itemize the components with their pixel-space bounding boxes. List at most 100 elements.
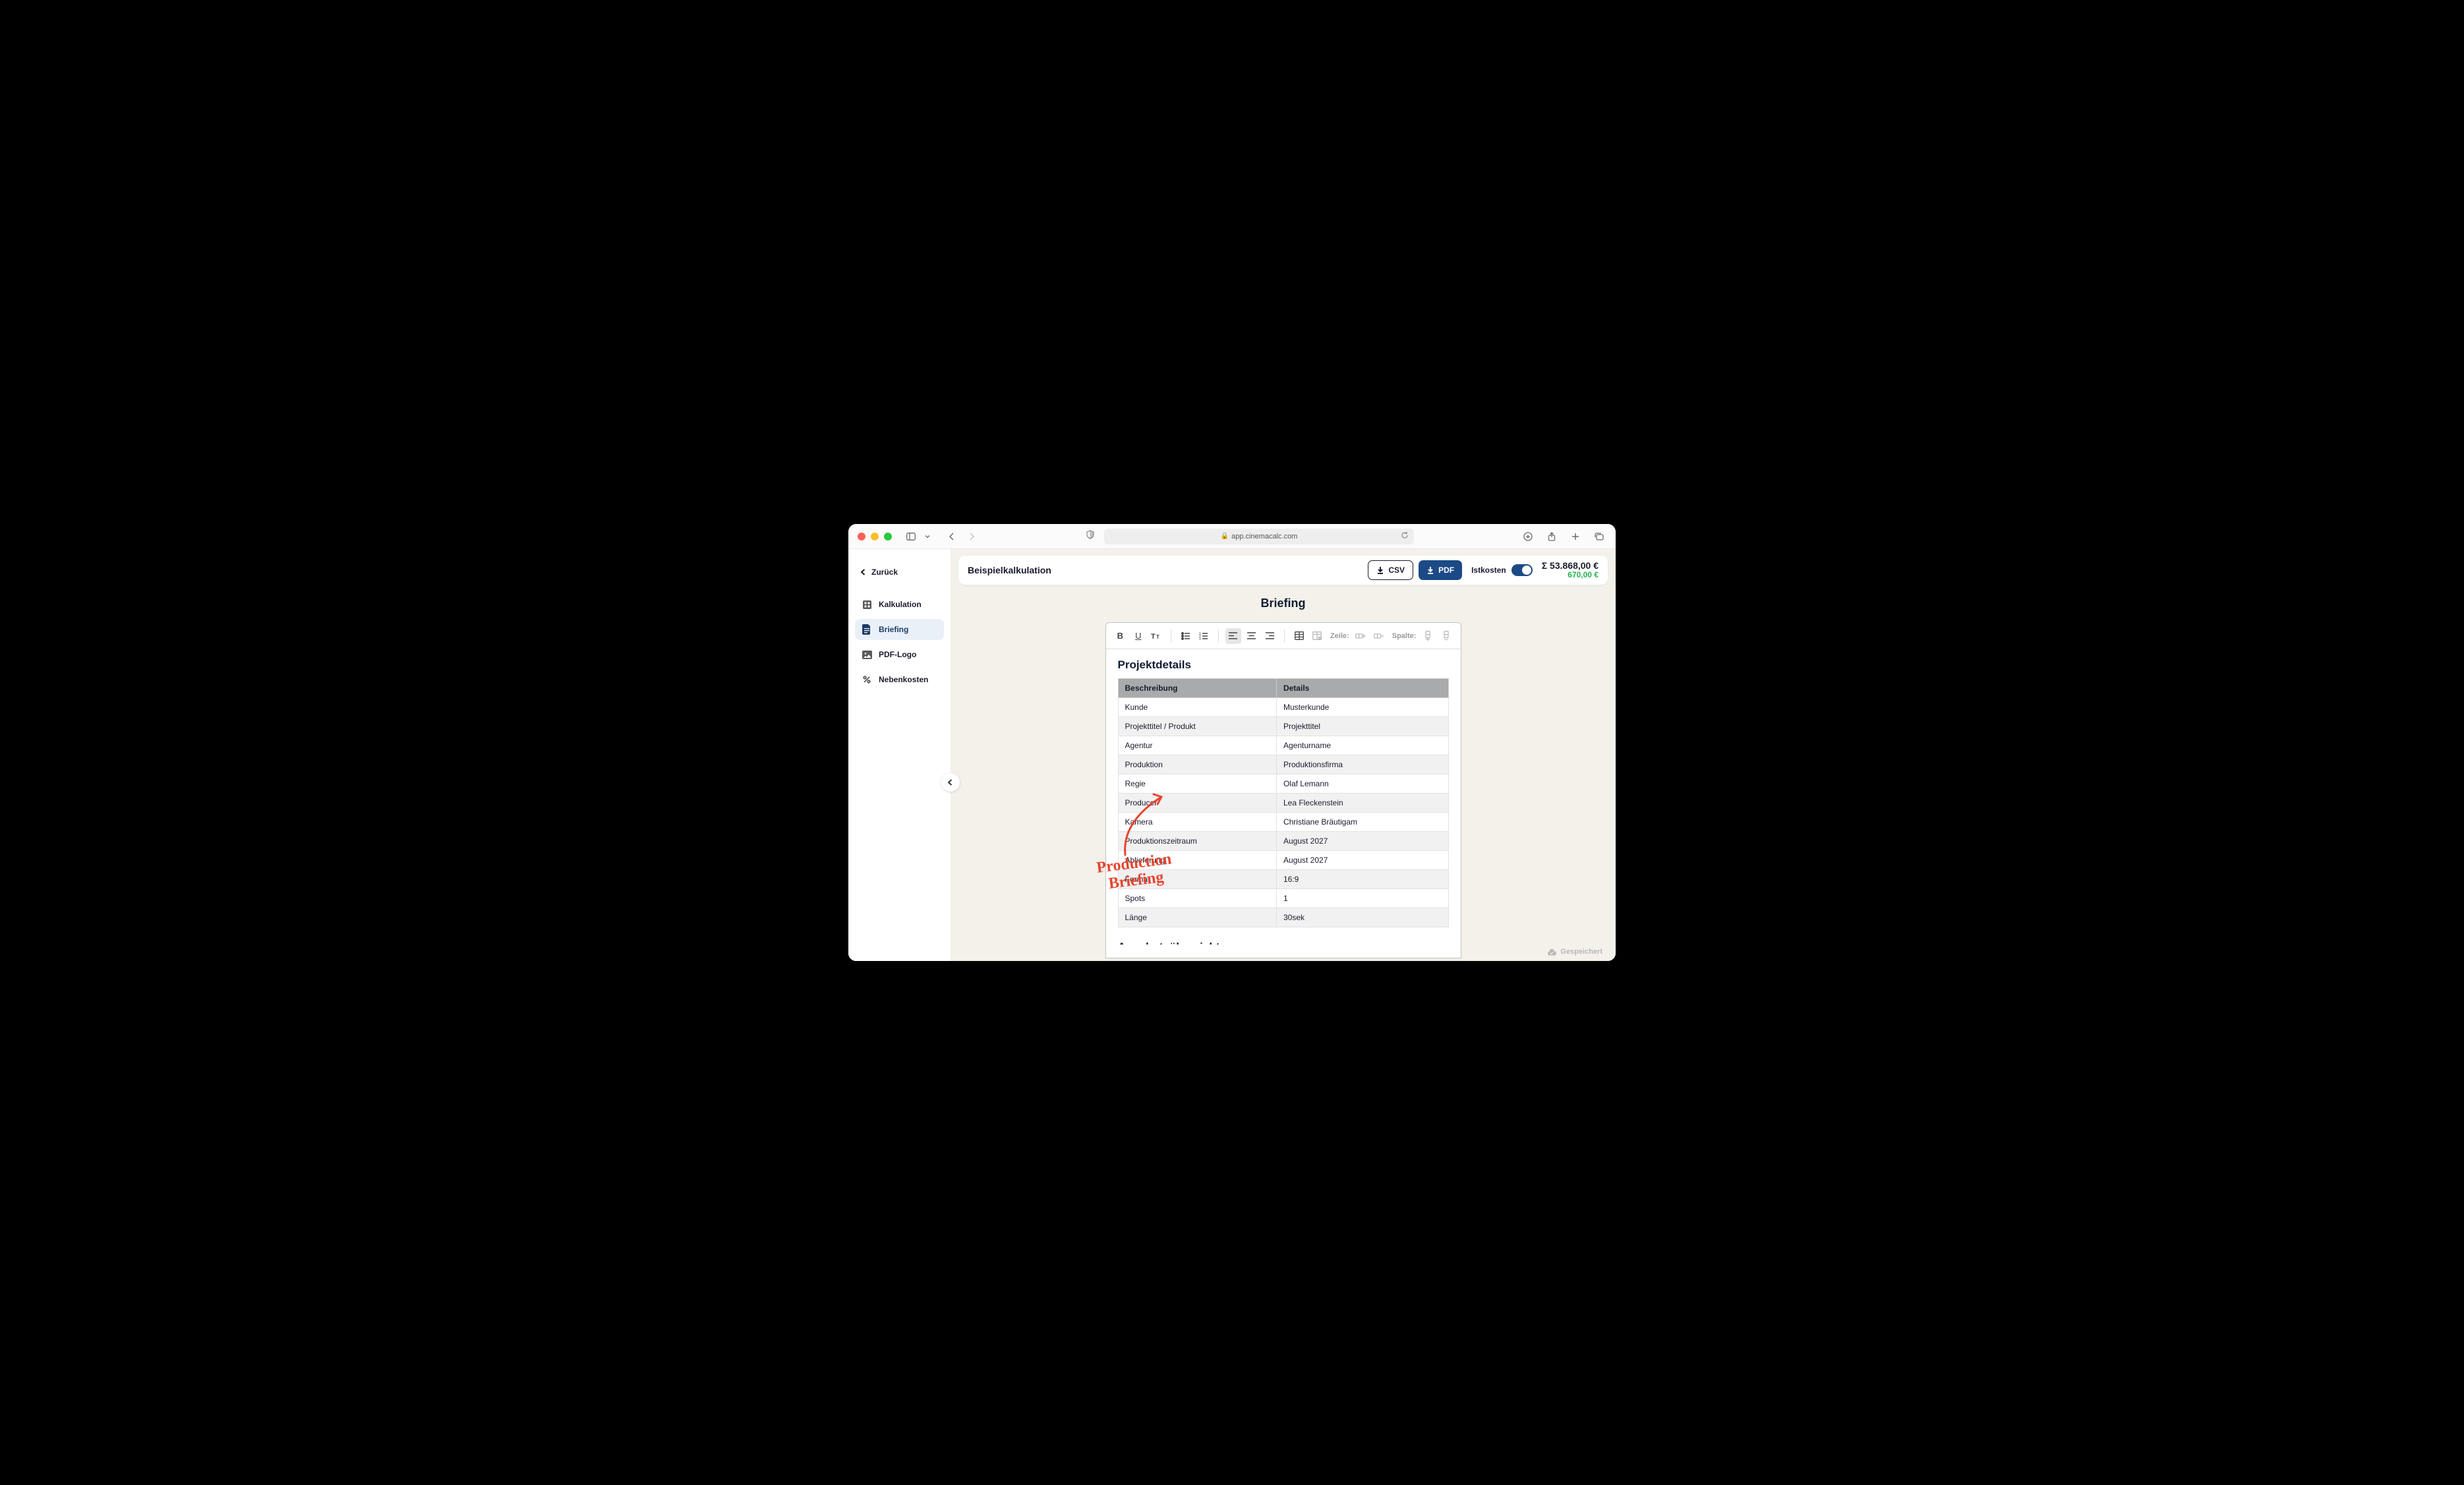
sidebar: Zurück Kalkulation Briefing PDF-Logo	[848, 549, 951, 961]
table-cell[interactable]: August 2027	[1276, 851, 1448, 870]
table-row[interactable]: ProducerLea Fleckenstein	[1118, 794, 1448, 813]
page-heading: Briefing	[951, 597, 1616, 610]
table-cell[interactable]: 1	[1276, 889, 1448, 908]
table-cell[interactable]: Agentur	[1118, 736, 1276, 755]
saved-label: Gespeichert	[1560, 948, 1602, 956]
address-bar[interactable]: 🔒 app.cinemacalc.com	[1104, 529, 1414, 544]
refresh-icon[interactable]	[1401, 531, 1409, 541]
align-right-button[interactable]	[1262, 628, 1277, 644]
delete-column-button[interactable]	[1438, 628, 1454, 644]
align-left-button[interactable]	[1225, 628, 1241, 644]
next-section-title: Angebotsübersicht	[1118, 941, 1449, 945]
lock-icon: 🔒	[1221, 533, 1229, 540]
table-row[interactable]: Projekttitel / ProduktProjekttitel	[1118, 717, 1448, 736]
table-row[interactable]: Länge30sek	[1118, 908, 1448, 927]
window-close-icon[interactable]	[858, 533, 865, 540]
table-cell[interactable]: Kamera	[1118, 813, 1276, 832]
total-remaining: 670,00 €	[1542, 571, 1599, 579]
nav-forward-button[interactable]	[964, 529, 979, 544]
export-csv-button[interactable]: CSV	[1368, 560, 1413, 580]
sidebar-item-nebenkosten[interactable]: Nebenkosten	[855, 669, 944, 690]
chevron-down-icon[interactable]	[924, 529, 931, 544]
total-sum: Σ 53.868,00 €	[1542, 561, 1599, 571]
table-row[interactable]: AgenturAgenturname	[1118, 736, 1448, 755]
align-center-button[interactable]	[1244, 628, 1260, 644]
table-cell[interactable]: Kunde	[1118, 698, 1276, 717]
section-title: Projektdetails	[1118, 658, 1449, 672]
sidebar-item-label: PDF-Logo	[879, 650, 916, 659]
istkosten-control: Istkosten	[1471, 564, 1533, 576]
table-cell[interactable]: Spots	[1118, 889, 1276, 908]
details-table[interactable]: Beschreibung Details KundeMusterkundePro…	[1118, 678, 1449, 927]
table-cell[interactable]: Lea Fleckenstein	[1276, 794, 1448, 813]
table-header: Details	[1276, 679, 1448, 698]
table-cell[interactable]: Länge	[1118, 908, 1276, 927]
table-cell[interactable]: Musterkunde	[1276, 698, 1448, 717]
table-row[interactable]: Spots1	[1118, 889, 1448, 908]
window-maximize-icon[interactable]	[884, 533, 892, 540]
table-row[interactable]: KameraChristiane Bräutigam	[1118, 813, 1448, 832]
table-cell[interactable]: Agenturname	[1276, 736, 1448, 755]
browser-chrome: 🔒 app.cinemacalc.com	[848, 524, 1616, 549]
sidebar-collapse-button[interactable]	[941, 773, 960, 792]
csv-label: CSV	[1388, 566, 1405, 575]
table-row[interactable]: AblieferungAugust 2027	[1118, 851, 1448, 870]
table-cell[interactable]: Produktion	[1118, 755, 1276, 774]
table-row[interactable]: RegieOlaf Lemann	[1118, 774, 1448, 794]
share-icon[interactable]	[1544, 529, 1559, 544]
table-cell[interactable]: Format	[1118, 870, 1276, 889]
nav-back-button[interactable]	[945, 529, 959, 544]
numbered-list-button[interactable]: 123	[1196, 628, 1212, 644]
table-cell[interactable]: Produktionszeitraum	[1118, 832, 1276, 851]
table-row[interactable]: ProduktionProduktionsfirma	[1118, 755, 1448, 774]
svg-text:3: 3	[1199, 637, 1201, 640]
sidebar-item-pdf-logo[interactable]: PDF-Logo	[855, 644, 944, 665]
istkosten-toggle[interactable]	[1511, 564, 1533, 576]
table-cell[interactable]: Olaf Lemann	[1276, 774, 1448, 794]
table-cell[interactable]: Produktionsfirma	[1276, 755, 1448, 774]
new-tab-icon[interactable]	[1568, 529, 1583, 544]
window-minimize-icon[interactable]	[871, 533, 879, 540]
table-cell[interactable]: 30sek	[1276, 908, 1448, 927]
back-link[interactable]: Zurück	[855, 564, 944, 590]
insert-row-button[interactable]	[1353, 628, 1369, 644]
sidebar-item-kalkulation[interactable]: Kalkulation	[855, 594, 944, 615]
table-cell[interactable]: Christiane Bräutigam	[1276, 813, 1448, 832]
bullet-list-button[interactable]	[1178, 628, 1194, 644]
sidebar-item-label: Nebenkosten	[879, 675, 928, 684]
sidebar-item-briefing[interactable]: Briefing	[855, 619, 944, 640]
cloud-check-icon	[1547, 948, 1556, 956]
saved-indicator: Gespeichert	[1547, 948, 1602, 956]
sidebar-toggle-icon[interactable]	[904, 529, 918, 544]
download-icon[interactable]	[1521, 529, 1535, 544]
insert-table-button[interactable]	[1291, 628, 1307, 644]
table-cell[interactable]: Regie	[1118, 774, 1276, 794]
table-header: Beschreibung	[1118, 679, 1276, 698]
delete-table-button[interactable]	[1309, 628, 1325, 644]
table-cell[interactable]: Projekttitel	[1276, 717, 1448, 736]
insert-column-button[interactable]	[1420, 628, 1436, 644]
table-cell[interactable]: Producer	[1118, 794, 1276, 813]
row-label: Zeile:	[1330, 632, 1349, 640]
table-row[interactable]: KundeMusterkunde	[1118, 698, 1448, 717]
table-row[interactable]: ProduktionszeitraumAugust 2027	[1118, 832, 1448, 851]
delete-row-button[interactable]	[1371, 628, 1387, 644]
bold-button[interactable]: B	[1113, 628, 1129, 644]
project-title: Beispielkalkulation	[968, 565, 1051, 575]
grid-icon	[862, 599, 872, 610]
underline-button[interactable]: U	[1130, 628, 1146, 644]
table-cell[interactable]: August 2027	[1276, 832, 1448, 851]
sidebar-item-label: Kalkulation	[879, 600, 922, 609]
pdf-label: PDF	[1438, 566, 1454, 575]
text-format-button[interactable]: TT	[1149, 628, 1165, 644]
tabs-overview-icon[interactable]	[1592, 529, 1606, 544]
col-label: Spalte:	[1392, 632, 1417, 640]
editor-body[interactable]: Projektdetails Beschreibung Details Kund…	[1106, 649, 1461, 958]
table-row[interactable]: Format16:9	[1118, 870, 1448, 889]
export-pdf-button[interactable]: PDF	[1419, 560, 1462, 580]
svg-text:T: T	[1151, 633, 1156, 641]
table-cell[interactable]: Ablieferung	[1118, 851, 1276, 870]
table-cell[interactable]: Projekttitel / Produkt	[1118, 717, 1276, 736]
privacy-shield-icon[interactable]	[1086, 530, 1095, 542]
table-cell[interactable]: 16:9	[1276, 870, 1448, 889]
